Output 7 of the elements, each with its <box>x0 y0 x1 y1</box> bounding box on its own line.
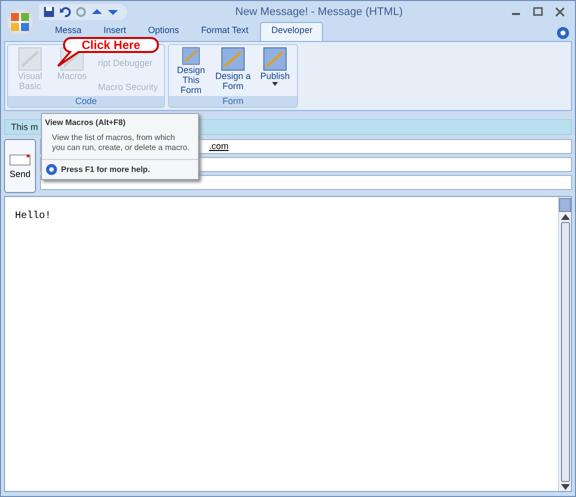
tooltip-title: View Macros (Alt+F8) <box>44 117 127 129</box>
group-label: Form <box>169 96 298 107</box>
info-text: This m <box>11 122 38 132</box>
group-label: Code <box>8 96 164 107</box>
message-text: Hello! <box>14 210 52 224</box>
window-title: New Message! - Message (HTML) <box>234 6 404 18</box>
help-text: Press F1 for more help. <box>61 165 150 174</box>
